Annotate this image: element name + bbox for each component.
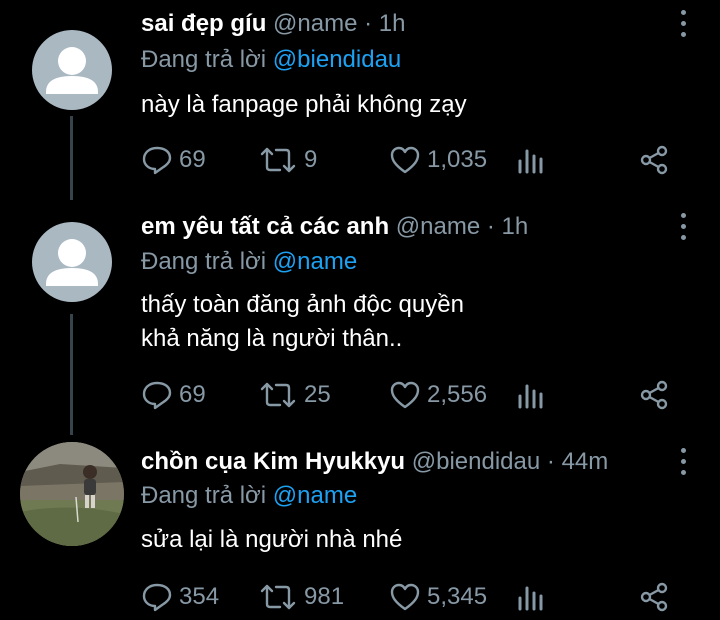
analytics-button[interactable] (516, 140, 546, 180)
share-icon (638, 144, 670, 176)
like-count: 1,035 (427, 146, 488, 173)
reply-button[interactable]: 69 (141, 140, 206, 180)
reply-icon (141, 145, 173, 175)
analytics-icon (516, 582, 546, 612)
tweet-3[interactable]: chồn cụa Kim Hyukkyu @biendidau · 44m Đa… (0, 435, 720, 620)
share-icon (638, 379, 670, 411)
action-bar: 69 25 2,556 (0, 375, 720, 415)
timestamp[interactable]: 44m (562, 448, 609, 475)
display-name[interactable]: chồn cụa Kim Hyukkyu (141, 448, 405, 475)
separator-dot: · (546, 448, 555, 475)
like-icon (389, 145, 421, 175)
user-handle[interactable]: @name (273, 10, 357, 37)
reply-mention[interactable]: @biendidau (273, 46, 401, 73)
timestamp[interactable]: 1h (379, 10, 406, 37)
display-name[interactable]: em yêu tất cả các anh (141, 213, 389, 240)
avatar-default[interactable] (32, 222, 112, 302)
retweet-button[interactable]: 981 (258, 577, 344, 617)
retweet-button[interactable]: 25 (258, 375, 331, 415)
tweet-2[interactable]: em yêu tất cả các anh @name · 1h Đang tr… (0, 200, 720, 435)
tweet-text-line: này là fanpage phải không zạy (141, 91, 467, 118)
like-button[interactable]: 1,035 (389, 140, 487, 180)
display-name[interactable]: sai đẹp gíu (141, 10, 266, 37)
reply-icon (141, 582, 173, 612)
retweet-icon (258, 145, 298, 175)
like-count: 2,556 (427, 381, 488, 408)
retweet-icon (258, 582, 298, 612)
reply-count: 354 (179, 583, 220, 610)
like-button[interactable]: 2,556 (389, 375, 487, 415)
more-icon[interactable] (680, 448, 688, 478)
reply-prefix: Đang trả lời (141, 482, 267, 509)
tweet-body: thấy toàn đăng ảnh độc quyền khả năng là… (141, 288, 464, 356)
reply-context: Đang trả lời @name (141, 480, 357, 512)
share-button[interactable] (638, 140, 670, 180)
action-bar: 354 981 5,345 (0, 577, 720, 617)
action-bar: 69 9 1,035 (0, 140, 720, 180)
analytics-icon (516, 380, 546, 410)
tweet-1[interactable]: sai đẹp gíu @name · 1h Đang trả lời @bie… (0, 0, 720, 200)
more-icon[interactable] (680, 213, 688, 243)
tweet-text-line: khả năng là người thân.. (141, 325, 403, 352)
share-button[interactable] (638, 375, 670, 415)
tweet-header: chồn cụa Kim Hyukkyu @biendidau · 44m (141, 440, 608, 484)
reply-context: Đang trả lời @biendidau (141, 44, 401, 76)
retweet-count: 981 (304, 583, 345, 610)
timestamp[interactable]: 1h (502, 213, 529, 240)
tweet-body: này là fanpage phải không zạy (141, 88, 467, 122)
share-icon (638, 581, 670, 613)
reply-button[interactable]: 354 (141, 577, 219, 617)
analytics-button[interactable] (516, 375, 546, 415)
like-count: 5,345 (427, 583, 488, 610)
share-button[interactable] (638, 577, 670, 617)
tweet-body: sửa lại là người nhà nhé (141, 523, 402, 557)
like-icon (389, 380, 421, 410)
tweet-header: em yêu tất cả các anh @name · 1h (141, 205, 528, 249)
separator-dot: · (364, 10, 373, 37)
reply-mention[interactable]: @name (273, 482, 357, 509)
like-button[interactable]: 5,345 (389, 577, 487, 617)
retweet-icon (258, 380, 298, 410)
reply-count: 69 (179, 146, 206, 173)
avatar-photo[interactable] (20, 442, 124, 546)
retweet-count: 9 (304, 146, 318, 173)
reply-button[interactable]: 69 (141, 375, 206, 415)
reply-count: 69 (179, 381, 206, 408)
reply-mention[interactable]: @name (273, 248, 357, 275)
tweet-header: sai đẹp gíu @name · 1h (141, 2, 405, 46)
more-icon[interactable] (680, 10, 688, 40)
analytics-icon (516, 145, 546, 175)
reply-context: Đang trả lời @name (141, 246, 357, 278)
reply-icon (141, 380, 173, 410)
reply-prefix: Đang trả lời (141, 248, 267, 275)
tweet-text-line: thấy toàn đăng ảnh độc quyền (141, 291, 464, 318)
like-icon (389, 582, 421, 612)
retweet-count: 25 (304, 381, 331, 408)
retweet-button[interactable]: 9 (258, 140, 317, 180)
avatar-default[interactable] (32, 30, 112, 110)
reply-prefix: Đang trả lời (141, 46, 267, 73)
analytics-button[interactable] (516, 577, 546, 617)
tweet-text-line: sửa lại là người nhà nhé (141, 526, 403, 553)
user-handle[interactable]: @biendidau (412, 448, 540, 475)
user-handle[interactable]: @name (396, 213, 480, 240)
separator-dot: · (486, 213, 495, 240)
